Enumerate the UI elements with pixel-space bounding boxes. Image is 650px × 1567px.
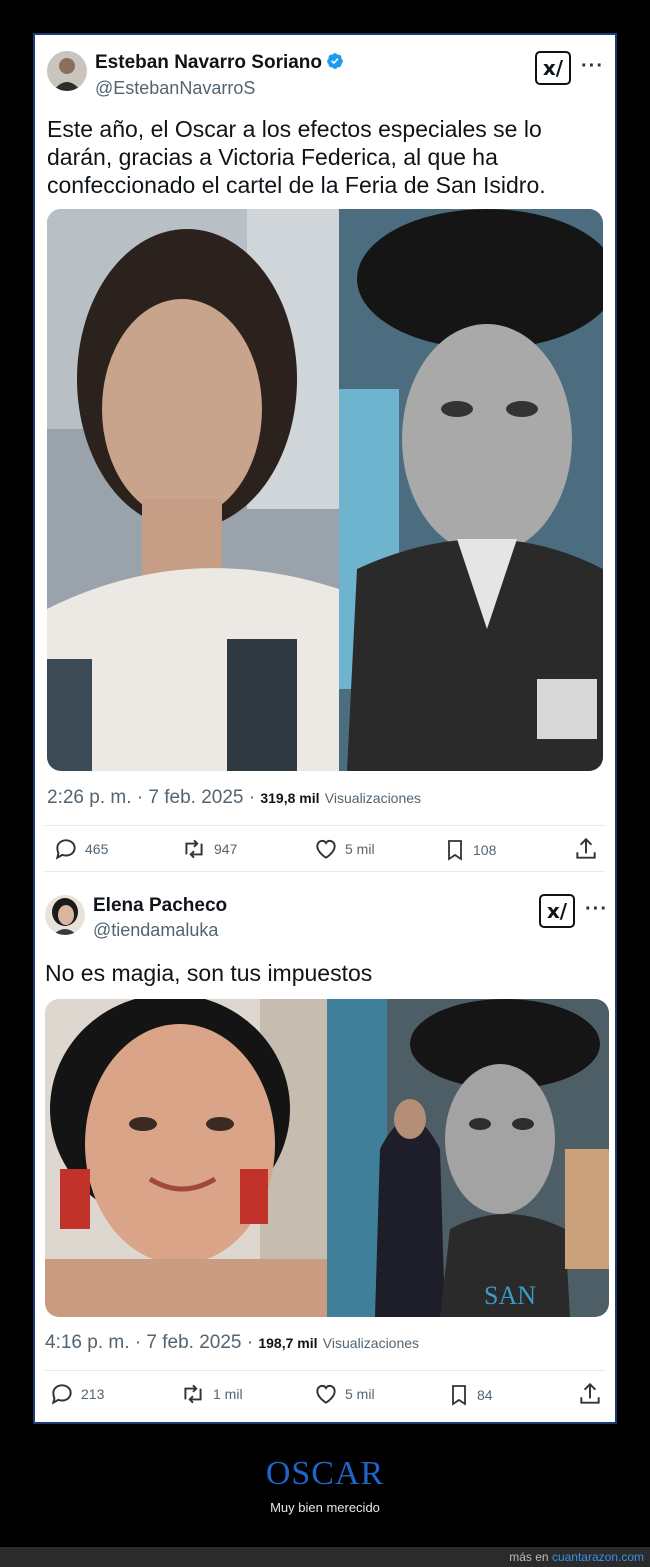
verified-badge-icon bbox=[326, 52, 344, 76]
retweet-icon bbox=[180, 836, 208, 862]
retweet-button[interactable]: 1 mil bbox=[179, 1381, 243, 1407]
site-link[interactable]: cuantarazon.com bbox=[552, 1550, 644, 1564]
avatar[interactable] bbox=[47, 51, 87, 91]
avatar[interactable] bbox=[45, 895, 85, 935]
reply-icon bbox=[53, 836, 79, 862]
bookmark-count: 84 bbox=[477, 1387, 493, 1403]
like-button[interactable]: 5 mil bbox=[313, 1381, 375, 1407]
reply-count: 213 bbox=[81, 1386, 105, 1402]
like-count: 5 mil bbox=[345, 841, 375, 857]
tweet-1[interactable]: Esteban Navarro Soriano @EstebanNavarroS… bbox=[35, 35, 615, 880]
reply-count: 465 bbox=[85, 841, 109, 857]
share-icon bbox=[573, 836, 599, 862]
like-count: 5 mil bbox=[345, 1386, 375, 1402]
retweet-count: 947 bbox=[214, 841, 238, 857]
tweet-media[interactable] bbox=[47, 209, 603, 771]
retweet-icon bbox=[179, 1381, 207, 1407]
retweet-count: 1 mil bbox=[213, 1386, 243, 1402]
tweet-timestamp[interactable]: 2:26 p. m. · 7 feb. 2025 · 319,8 mil Vis… bbox=[47, 787, 421, 809]
bookmark-button[interactable]: 108 bbox=[443, 836, 496, 864]
grok-icon[interactable]: x/ bbox=[539, 894, 575, 928]
divider bbox=[45, 825, 605, 826]
more-options-icon[interactable]: ··· bbox=[585, 898, 608, 921]
reply-button[interactable]: 213 bbox=[49, 1381, 104, 1407]
bookmark-button[interactable]: 84 bbox=[447, 1381, 493, 1409]
views-label: Visualizaciones bbox=[324, 790, 422, 806]
site-footer: más en cuantarazon.com bbox=[0, 1547, 650, 1567]
handle[interactable]: @EstebanNavarroS bbox=[95, 78, 255, 99]
heart-icon bbox=[313, 1381, 339, 1407]
heart-icon bbox=[313, 836, 339, 862]
like-button[interactable]: 5 mil bbox=[313, 836, 375, 862]
share-button[interactable] bbox=[577, 1381, 603, 1407]
view-count: 198,7 mil bbox=[258, 1335, 318, 1351]
bookmark-icon bbox=[443, 836, 467, 864]
views-label: Visualizaciones bbox=[322, 1335, 420, 1351]
tweet-timestamp[interactable]: 4:16 p. m. · 7 feb. 2025 · 198,7 mil Vis… bbox=[45, 1332, 419, 1354]
reply-icon bbox=[49, 1381, 75, 1407]
post-title: OSCAR bbox=[265, 1455, 385, 1492]
view-count: 319,8 mil bbox=[260, 790, 320, 806]
tweet-text: Este año, el Oscar a los efectos especia… bbox=[47, 116, 546, 198]
handle[interactable]: @tiendamaluka bbox=[93, 920, 218, 941]
divider bbox=[45, 871, 605, 872]
reply-button[interactable]: 465 bbox=[53, 836, 108, 862]
photo-comparison-image: SAN bbox=[45, 999, 609, 1317]
post-subtitle: Muy bien merecido bbox=[270, 1500, 380, 1515]
tweet-text: No es magia, son tus impuestos bbox=[45, 960, 373, 986]
display-name[interactable]: Esteban Navarro Soriano bbox=[95, 52, 344, 76]
grok-icon[interactable]: x/ bbox=[535, 51, 571, 85]
screenshot-card: Esteban Navarro Soriano @EstebanNavarroS… bbox=[33, 33, 617, 1424]
bookmark-count: 108 bbox=[473, 842, 497, 858]
photo-comparison-image bbox=[47, 209, 603, 771]
bookmark-icon bbox=[447, 1381, 471, 1409]
svg-text:SAN: SAN bbox=[484, 1281, 536, 1310]
divider bbox=[45, 1370, 605, 1371]
display-name[interactable]: Elena Pacheco bbox=[93, 895, 227, 917]
share-icon bbox=[577, 1381, 603, 1407]
tweet-media[interactable]: SAN bbox=[45, 999, 609, 1317]
tweet-2[interactable]: Elena Pacheco @tiendamaluka x/ ··· No es… bbox=[35, 883, 615, 1422]
share-button[interactable] bbox=[573, 836, 599, 862]
more-on-label: más en bbox=[509, 1550, 549, 1564]
more-options-icon[interactable]: ··· bbox=[581, 55, 604, 78]
retweet-button[interactable]: 947 bbox=[180, 836, 237, 862]
